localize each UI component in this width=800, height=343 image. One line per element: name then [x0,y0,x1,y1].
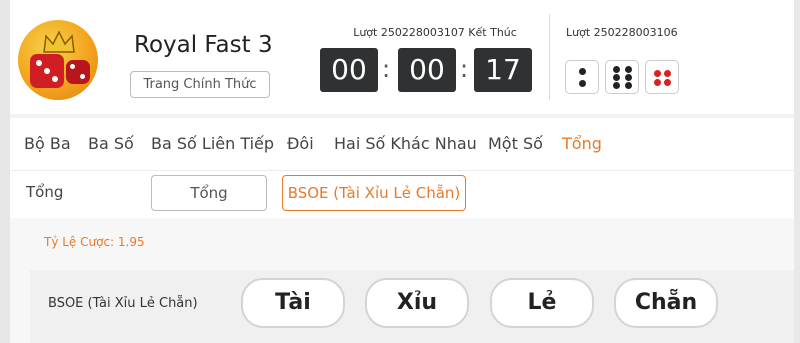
tab-ba-so[interactable]: Ba Số [88,134,134,153]
game-header: Royal Fast 3 Trang Chính Thức Lượt 25022… [10,0,800,114]
red-die-icon [30,54,64,88]
die-four-icon [645,60,679,94]
bet-type-tabs: Bộ Ba Ba Số Ba Số Liên Tiếp Đôi Hai Số K… [10,118,800,170]
bet-le-button[interactable]: Lẻ [490,278,594,328]
official-site-button[interactable]: Trang Chính Thức [130,71,270,98]
die-six-icon [605,60,639,94]
red-die-small-icon [66,60,90,84]
game-logo-dice-icon [18,20,98,100]
bet-group-label: BSOE (Tài Xỉu Lẻ Chẵn) [48,296,198,311]
sub-type-row: Tổng Tổng BSOE (Tài Xỉu Lẻ Chẵn) [10,170,800,218]
timer-minutes: 00 [398,48,456,92]
game-title: Royal Fast 3 [134,32,273,58]
tab-hai-so-khac-nhau[interactable]: Hai Số Khác Nhau [334,134,477,153]
current-round-label: Lượt 250228003107 Kết Thúc [353,26,517,39]
bet-tai-button[interactable]: Tài [241,278,345,328]
tab-bo-ba[interactable]: Bộ Ba [24,134,71,153]
timer-hours: 00 [320,48,378,92]
previous-round-label: Lượt 250228003106 [566,26,678,39]
tab-doi[interactable]: Đôi [287,134,314,153]
bet-options-panel: BSOE (Tài Xỉu Lẻ Chẵn) Tài Xỉu Lẻ Chẵn [30,270,800,343]
timer-colon: : [460,55,469,83]
subtab-bsoe[interactable]: BSOE (Tài Xỉu Lẻ Chẵn) [282,175,466,211]
crown-icon [43,30,75,53]
previous-result-dice [565,60,679,94]
left-edge [0,0,10,343]
tab-tong[interactable]: Tổng [562,134,602,153]
right-edge [794,0,800,343]
die-two-icon [565,60,599,94]
timer-seconds: 17 [474,48,532,92]
sub-type-label: Tổng [26,183,64,201]
bet-xiu-button[interactable]: Xỉu [365,278,469,328]
tab-ba-so-lien-tiep[interactable]: Ba Số Liên Tiếp [151,134,274,153]
header-divider [549,14,550,100]
bet-content: Tỷ Lệ Cược: 1.95 BSOE (Tài Xỉu Lẻ Chẵn) … [10,218,800,343]
timer-colon: : [382,55,391,83]
subtab-tong[interactable]: Tổng [151,175,267,211]
bet-chan-button[interactable]: Chẵn [614,278,718,328]
tab-mot-so[interactable]: Một Số [488,134,543,153]
odds-label: Tỷ Lệ Cược: 1.95 [44,235,145,249]
